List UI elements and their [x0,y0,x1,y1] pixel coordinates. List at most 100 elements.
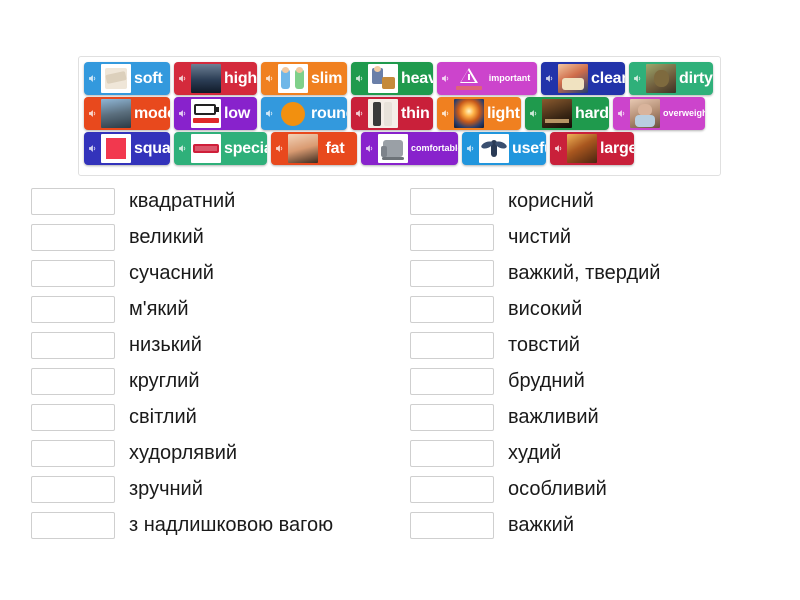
answer-row: важкий [410,507,790,543]
speaker-icon[interactable] [361,132,378,165]
answer-drop-box[interactable] [31,187,115,215]
answer-drop-box[interactable] [31,295,115,323]
speaker-icon[interactable] [84,132,101,165]
answer-label: квадратний [129,190,236,212]
speaker-icon[interactable] [550,132,567,165]
answer-label: важливий [508,406,599,428]
answer-drop-box[interactable] [31,439,115,467]
speaker-icon[interactable] [174,62,191,95]
orange-circle [278,99,308,128]
hard-work-photo [542,99,572,128]
speaker-icon[interactable] [351,97,368,130]
answer-row: важкий, твердий [410,255,790,291]
answer-row: особливий [410,471,790,507]
answer-drop-box[interactable] [31,223,115,251]
word-tile-fat[interactable]: fat [271,132,357,165]
answer-drop-box[interactable] [410,187,494,215]
word-tile-dirty[interactable]: dirty [629,62,713,95]
answer-row: зручний [31,471,401,507]
word-tile-clean[interactable]: clean [541,62,625,95]
word-tile-hard[interactable]: hard [525,97,609,130]
word-tile-label: overweight [663,108,705,118]
word-tile-soft[interactable]: soft [84,62,170,95]
pillows-photo [101,64,131,93]
answer-row: круглий [31,363,401,399]
slim-people-cartoon [278,64,308,93]
speaker-icon[interactable] [462,132,479,165]
answer-drop-box[interactable] [410,259,494,287]
answer-label: високий [508,298,583,320]
speaker-icon[interactable] [437,97,454,130]
word-tile-overweight[interactable]: overweight [613,97,705,130]
answer-drop-box[interactable] [31,331,115,359]
word-tile-modern[interactable]: modern [84,97,170,130]
answer-drop-box[interactable] [31,475,115,503]
cleaning-photo [558,64,588,93]
answer-drop-box[interactable] [410,475,494,503]
answer-label: з надлишковою вагою [129,514,334,536]
answer-label: особливий [508,478,607,500]
answer-drop-box[interactable] [410,367,494,395]
word-tile-label: low [224,105,251,122]
word-tile-large[interactable]: large [550,132,634,165]
word-tile-slim[interactable]: slim [261,62,347,95]
answer-row: квадратний [31,183,401,219]
speaker-icon[interactable] [437,62,454,95]
answer-drop-box[interactable] [31,259,115,287]
word-tile-round[interactable]: round [261,97,347,130]
word-tile-thin[interactable]: thin [351,97,433,130]
word-bank-panel: soft high slim heavy important clean dirty mode… [78,56,721,176]
word-tile-light[interactable]: light [437,97,521,130]
chubby-baby-photo [288,134,318,163]
answer-label: худий [508,442,562,464]
skyscraper-photo [191,64,221,93]
speaker-icon[interactable] [629,62,646,95]
speaker-icon[interactable] [525,97,542,130]
word-tile-row: modern low round thin light hard overweight [84,97,716,130]
answer-drop-box[interactable] [410,403,494,431]
answer-label: великий [129,226,204,248]
answer-drop-box[interactable] [410,439,494,467]
answer-label: важкий, твердий [508,262,661,284]
answer-label: товстий [508,334,580,356]
answer-drop-box[interactable] [31,403,115,431]
word-tile-low[interactable]: low [174,97,257,130]
word-tile-heavy[interactable]: heavy [351,62,433,95]
answer-row: з надлишковою вагою [31,507,401,543]
speaker-icon[interactable] [351,62,368,95]
answer-label: корисний [508,190,594,212]
answer-drop-box[interactable] [31,511,115,539]
speaker-icon[interactable] [541,62,558,95]
answer-row: худий [410,435,790,471]
speaker-icon[interactable] [261,62,278,95]
word-tile-special[interactable]: special [174,132,267,165]
word-tile-label: dirty [679,70,713,87]
word-tile-high[interactable]: high [174,62,257,95]
word-tile-comfortable[interactable]: comfortable [361,132,458,165]
answer-label: зручний [129,478,203,500]
thin-person-photo [368,99,398,128]
overweight-person-photo [630,99,660,128]
word-tile-label: thin [401,105,430,122]
speaker-icon[interactable] [174,132,191,165]
answer-label: м'який [129,298,189,320]
word-tile-label: square [134,140,170,157]
answer-drop-box[interactable] [410,223,494,251]
word-tile-useful[interactable]: useful [462,132,546,165]
word-tile-important[interactable]: important [437,62,537,95]
word-tile-label: comfortable [411,143,458,153]
speaker-icon[interactable] [261,97,278,130]
answer-drop-box[interactable] [410,511,494,539]
speaker-icon[interactable] [271,132,288,165]
answer-label: важкий [508,514,574,536]
speaker-icon[interactable] [174,97,191,130]
answer-drop-box[interactable] [410,331,494,359]
speaker-icon[interactable] [84,62,101,95]
answer-drop-box[interactable] [31,367,115,395]
answer-drop-box[interactable] [410,295,494,323]
answer-row: м'який [31,291,401,327]
speaker-icon[interactable] [613,97,630,130]
speaker-icon[interactable] [84,97,101,130]
word-tile-label: fat [325,140,345,157]
word-tile-square[interactable]: square [84,132,170,165]
